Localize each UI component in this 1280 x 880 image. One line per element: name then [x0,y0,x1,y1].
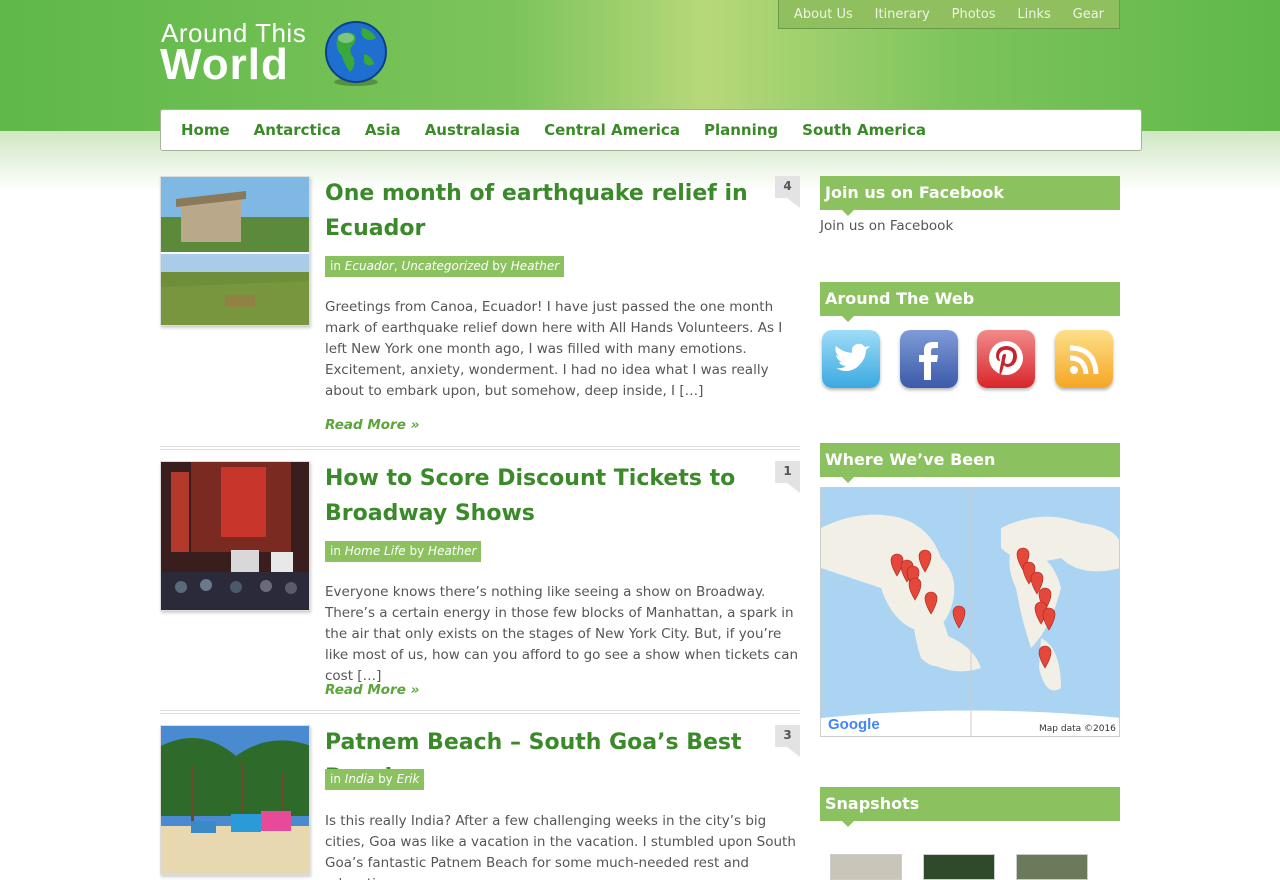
category-link[interactable]: Ecuador [345,259,394,273]
mainnav-planning[interactable]: Planning [704,121,778,139]
post-title[interactable]: One month of earthquake relief in Ecuado… [325,176,765,246]
site-logo[interactable]: Around This World [160,18,390,90]
post-thumbnail[interactable] [160,725,310,875]
post-excerpt: Everyone knows there’s nothing like seei… [325,584,799,684]
topnav-links[interactable]: Links [1017,7,1050,22]
post-divider [160,446,800,450]
mainnav-home[interactable]: Home [181,121,230,139]
facebook-icon[interactable] [900,330,958,388]
category-link[interactable]: Home Life [345,544,406,558]
google-logo: Google [828,716,880,733]
twitter-icon[interactable] [822,330,880,388]
mainnav-central-america[interactable]: Central America [544,121,680,139]
meta-in: in [330,772,341,786]
category-link[interactable]: Uncategorized [401,259,488,273]
post-excerpt: Is this really India? After a few challe… [325,813,796,880]
post-broadway-tickets: How to Score Discount Tickets to Broadwa… [160,461,800,711]
comment-count-badge[interactable]: 1 [775,461,800,493]
meta-by: by [409,544,425,558]
author-link[interactable]: Heather [511,259,559,273]
comment-count-badge[interactable]: 4 [775,176,800,208]
mainnav-asia[interactable]: Asia [365,121,401,139]
globe-icon [325,21,387,86]
mainnav-australasia[interactable]: Australasia [425,121,520,139]
mainnav-south-america[interactable]: South America [802,121,926,139]
mainnav-antarctica[interactable]: Antarctica [254,121,341,139]
widget-heading-snapshots: Snapshots [820,787,1120,827]
read-more-link[interactable]: Read More » [325,417,419,433]
author-link[interactable]: Erik [397,772,420,786]
post-excerpt: Greetings from Canoa, Ecuador! I have ju… [325,299,783,399]
widget-heading-facebook: Join us on Facebook [820,176,1120,216]
top-nav: About Us Itinerary Photos Links Gear [778,0,1120,29]
meta-in: in [330,259,341,273]
pinterest-icon[interactable] [977,330,1035,388]
meta-by: by [378,772,393,786]
post-thumbnail[interactable] [160,461,310,611]
snapshot-thumbnail[interactable] [830,854,902,880]
main-nav: Home Antarctica Asia Australasia Central… [160,109,1142,151]
snapshot-thumbnail[interactable] [1016,854,1088,880]
topnav-photos[interactable]: Photos [952,7,996,22]
post-earthquake-relief: One month of earthquake relief in Ecuado… [160,176,800,446]
map-attribution: Map data ©2016 [1039,724,1116,734]
post-meta: in India by Erik [325,769,425,790]
widget-heading-around-web: Around The Web [820,282,1120,322]
post-meta: in Home Life by Heather [325,541,482,562]
comment-count-badge[interactable]: 3 [775,725,800,757]
post-patnem-beach: Patnem Beach – South Goa’s Best Beach in… [160,725,800,880]
post-title[interactable]: How to Score Discount Tickets to Broadwa… [325,461,765,531]
snapshot-thumbnail[interactable] [923,854,995,880]
author-link[interactable]: Heather [428,544,476,558]
post-divider [160,710,800,714]
topnav-gear[interactable]: Gear [1073,7,1104,22]
post-meta: in Ecuador, Uncategorized by Heather [325,256,565,277]
meta-by: by [492,259,507,273]
meta-in: in [330,544,341,558]
travel-map[interactable]: Google Map data ©2016 [820,487,1120,737]
facebook-page-link[interactable]: Join us on Facebook [820,218,953,234]
rss-icon[interactable] [1055,330,1113,388]
world-map-graphic [821,488,1119,736]
logo-line2: World [160,40,289,89]
category-link[interactable]: India [345,772,374,786]
topnav-about-us[interactable]: About Us [794,7,853,22]
read-more-link[interactable]: Read More » [325,682,419,698]
widget-heading-where-weve-been: Where We’ve Been [820,443,1120,483]
topnav-itinerary[interactable]: Itinerary [875,7,930,22]
post-thumbnail[interactable] [160,176,310,326]
